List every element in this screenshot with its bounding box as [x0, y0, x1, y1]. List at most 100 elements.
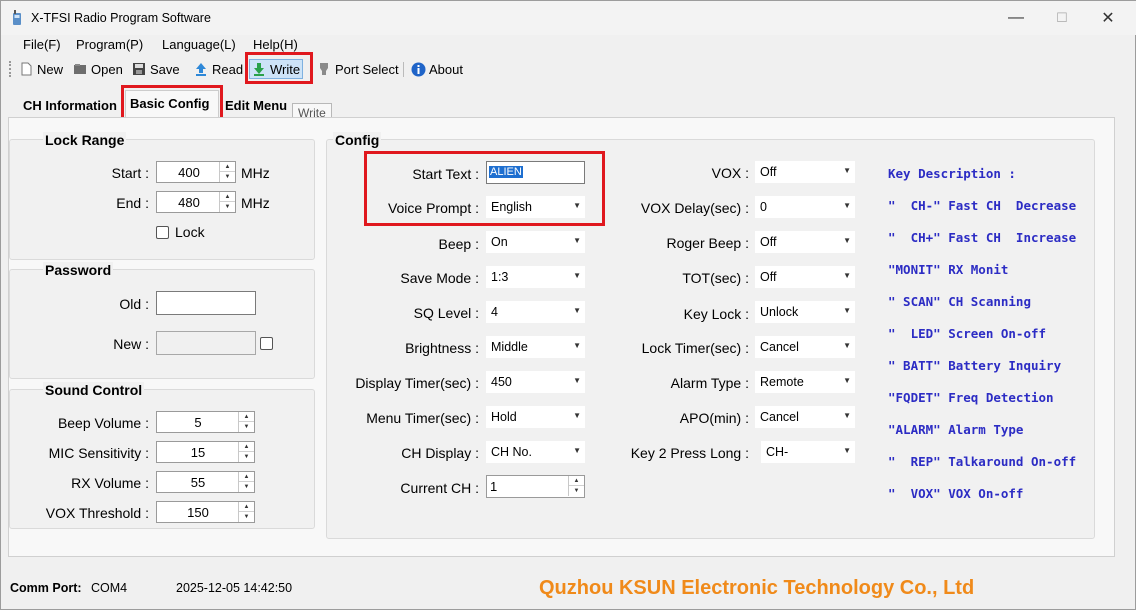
spin-up-icon[interactable]: ▲: [569, 476, 584, 486]
lock-start-spinner[interactable]: 400 ▲ ▼: [156, 161, 236, 183]
spin-down-icon[interactable]: ▼: [569, 486, 584, 496]
toolbar-separator: [403, 62, 404, 77]
apo-select[interactable]: Cancel ▼: [755, 406, 855, 428]
dropdown-arrow-icon: ▼: [843, 446, 851, 455]
key-desc-line: " REP" Talkaround On-off: [888, 454, 1077, 469]
spin-up-icon[interactable]: ▲: [220, 162, 235, 172]
old-password-input[interactable]: [156, 291, 256, 315]
show-password-checkbox[interactable]: [260, 337, 273, 350]
read-button[interactable]: Read: [192, 59, 245, 79]
ch-display-select[interactable]: CH No. ▼: [486, 441, 585, 463]
lock-range-title: Lock Range: [43, 132, 127, 148]
spin-down-icon[interactable]: ▼: [239, 512, 254, 522]
key2-long-label: Key 2 Press Long :: [630, 445, 749, 461]
password-title: Password: [43, 262, 114, 278]
spin-up-icon[interactable]: ▲: [239, 502, 254, 512]
maximize-button[interactable]: ☐: [1039, 1, 1085, 35]
vox-delay-select[interactable]: 0 ▼: [755, 196, 855, 218]
beep-value: On: [491, 235, 508, 249]
vox-select[interactable]: Off ▼: [755, 161, 855, 183]
save-button[interactable]: Save: [130, 59, 182, 79]
brightness-label: Brightness :: [405, 340, 479, 356]
menu-file[interactable]: File(F): [23, 37, 61, 52]
menu-program[interactable]: Program(P): [76, 37, 143, 52]
ch-display-value: CH No.: [491, 445, 532, 459]
key-desc-line: " SCAN" CH Scanning: [888, 294, 1031, 309]
display-timer-select[interactable]: 450 ▼: [486, 371, 585, 393]
new-button[interactable]: New: [17, 59, 65, 79]
tot-value: Off: [760, 270, 777, 284]
menu-help[interactable]: Help(H): [253, 37, 298, 52]
apo-label: APO(min) :: [679, 410, 749, 426]
beep-volume-spinner[interactable]: 5 ▲ ▼: [156, 411, 255, 433]
save-disk-icon: [132, 62, 146, 76]
spin-down-icon[interactable]: ▼: [220, 202, 235, 212]
beep-label: Beep :: [438, 236, 479, 252]
menu-bar: File(F) Program(P) Language(L) Help(H): [1, 35, 1136, 55]
menu-timer-label: Menu Timer(sec) :: [366, 410, 479, 426]
spin-down-icon[interactable]: ▼: [239, 452, 254, 462]
mic-sensitivity-value: 15: [190, 445, 206, 460]
status-datetime: 2025-12-05 14:42:50: [176, 581, 293, 595]
roger-beep-label: Roger Beep :: [666, 235, 750, 251]
key-desc-line: " VOX" VOX On-off: [888, 486, 1024, 501]
tab-edit-menu[interactable]: Edit Menu: [221, 95, 291, 117]
brightness-select[interactable]: Middle ▼: [486, 336, 585, 358]
spin-up-icon[interactable]: ▲: [239, 412, 254, 422]
tab-ch-information[interactable]: CH Information: [19, 95, 121, 117]
mic-sensitivity-spinner[interactable]: 15 ▲ ▼: [156, 441, 255, 463]
brightness-value: Middle: [491, 340, 528, 354]
beep-volume-value: 5: [194, 415, 202, 430]
vox-delay-value: 0: [760, 200, 767, 214]
password-group: [9, 269, 315, 379]
key2-long-select[interactable]: CH- ▼: [761, 441, 855, 463]
open-button[interactable]: Open: [71, 59, 125, 79]
key-lock-select[interactable]: Unlock ▼: [755, 301, 855, 323]
vox-threshold-label: VOX Threshold :: [45, 505, 149, 521]
alarm-type-value: Remote: [760, 375, 804, 389]
alarm-type-select[interactable]: Remote ▼: [755, 371, 855, 393]
lock-timer-value: Cancel: [760, 340, 799, 354]
current-ch-spinner[interactable]: 1 ▲ ▼: [486, 475, 585, 498]
vox-value: Off: [760, 165, 777, 179]
spin-down-icon[interactable]: ▼: [239, 422, 254, 432]
menu-timer-select[interactable]: Hold ▼: [486, 406, 585, 428]
lock-end-label: End :: [116, 195, 149, 211]
dropdown-arrow-icon: ▼: [843, 201, 851, 210]
save-label: Save: [150, 61, 180, 77]
spin-down-icon[interactable]: ▼: [220, 172, 235, 182]
vox-threshold-value: 150: [187, 505, 209, 520]
dropdown-arrow-icon: ▼: [843, 411, 851, 420]
lock-checkbox[interactable]: [156, 226, 169, 239]
lock-end-unit: MHz: [241, 195, 270, 211]
new-password-input[interactable]: [156, 331, 256, 355]
save-mode-value: 1:3: [491, 270, 509, 284]
spin-down-icon[interactable]: ▼: [239, 482, 254, 492]
rx-volume-spinner[interactable]: 55 ▲ ▼: [156, 471, 255, 493]
key-desc-line: " CH-" Fast CH Decrease: [888, 198, 1077, 213]
sq-level-select[interactable]: 4 ▼: [486, 301, 585, 323]
save-mode-select[interactable]: 1:3 ▼: [486, 266, 585, 288]
comm-port-value: COM4: [91, 581, 128, 595]
lock-end-spinner[interactable]: 480 ▲ ▼: [156, 191, 236, 213]
lock-timer-select[interactable]: Cancel ▼: [755, 336, 855, 358]
tot-select[interactable]: Off ▼: [755, 266, 855, 288]
basic-config-highlight-box: [121, 85, 223, 121]
roger-beep-select[interactable]: Off ▼: [755, 231, 855, 253]
about-button[interactable]: About: [409, 59, 465, 79]
basic-config-panel: Lock Range Start : 400 ▲ ▼ MHz End : 480 …: [8, 117, 1115, 557]
rx-volume-value: 55: [190, 475, 206, 490]
spin-up-icon[interactable]: ▲: [239, 472, 254, 482]
key-lock-label: Key Lock :: [683, 306, 749, 322]
read-label: Read: [212, 61, 244, 77]
info-icon: [411, 62, 426, 77]
beep-select[interactable]: On ▼: [486, 231, 585, 253]
port-select-button[interactable]: Port Select: [315, 59, 401, 79]
minimize-button[interactable]: —: [993, 1, 1039, 35]
spin-up-icon[interactable]: ▲: [220, 192, 235, 202]
vox-threshold-spinner[interactable]: 150 ▲ ▼: [156, 501, 255, 523]
close-button[interactable]: ✕: [1085, 1, 1131, 35]
spin-up-icon[interactable]: ▲: [239, 442, 254, 452]
dropdown-arrow-icon: ▼: [843, 376, 851, 385]
menu-language[interactable]: Language(L): [162, 37, 236, 52]
